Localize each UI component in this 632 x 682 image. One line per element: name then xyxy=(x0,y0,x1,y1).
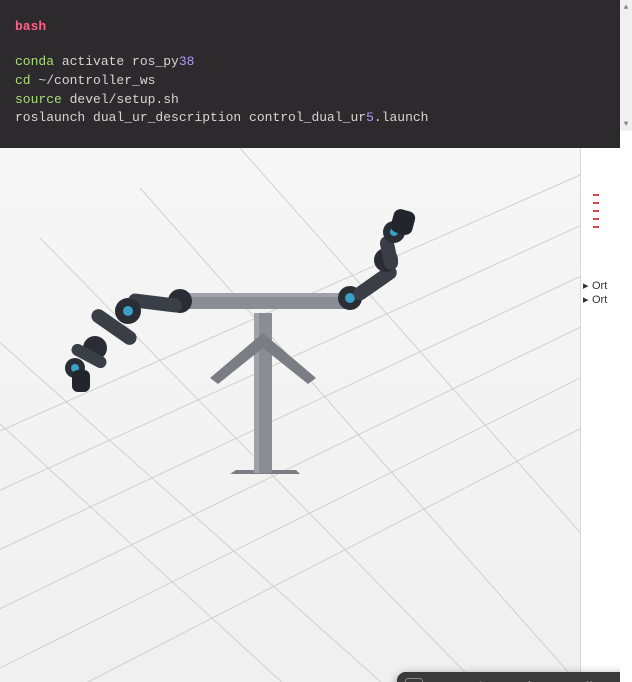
scroll-up-button[interactable]: ▲ xyxy=(620,0,632,14)
code-scrollbar[interactable]: ▲ ▼ xyxy=(620,0,632,131)
code-line: cd ~/controller_ws xyxy=(15,72,605,91)
rviz-viewport[interactable]: ▸Ort▸Ort ⊞ u204@ubuntu: ~/myControlle [I… xyxy=(0,148,620,682)
tree-item[interactable]: ▸Ort xyxy=(583,279,607,292)
code-block: bash conda activate ros_py38cd ~/control… xyxy=(0,0,620,148)
code-line: roslaunch dual_ur_description control_du… xyxy=(15,109,605,128)
right-arm xyxy=(338,208,417,310)
side-panel-ticks xyxy=(593,188,599,234)
code-line: source devel/setup.sh xyxy=(15,91,605,110)
scroll-down-button[interactable]: ▼ xyxy=(620,117,632,131)
terminal-new-tab-button[interactable]: ⊞ xyxy=(405,678,423,682)
left-arm xyxy=(65,289,192,392)
dual-arm-robot xyxy=(0,148,580,682)
side-panel-tree[interactable]: ▸Ort▸Ort xyxy=(583,278,607,307)
tree-item[interactable]: ▸Ort xyxy=(583,293,607,306)
terminal-window[interactable]: ⊞ u204@ubuntu: ~/myControlle [INFO] [173… xyxy=(397,672,620,682)
code-lines[interactable]: conda activate ros_py38cd ~/controller_w… xyxy=(15,53,605,128)
terminal-titlebar[interactable]: ⊞ u204@ubuntu: ~/myControlle xyxy=(397,672,620,682)
code-language-tag: bash xyxy=(15,18,605,37)
code-line: conda activate ros_py38 xyxy=(15,53,605,72)
rviz-side-panel[interactable]: ▸Ort▸Ort xyxy=(580,148,620,682)
rviz-scene[interactable] xyxy=(0,148,580,682)
